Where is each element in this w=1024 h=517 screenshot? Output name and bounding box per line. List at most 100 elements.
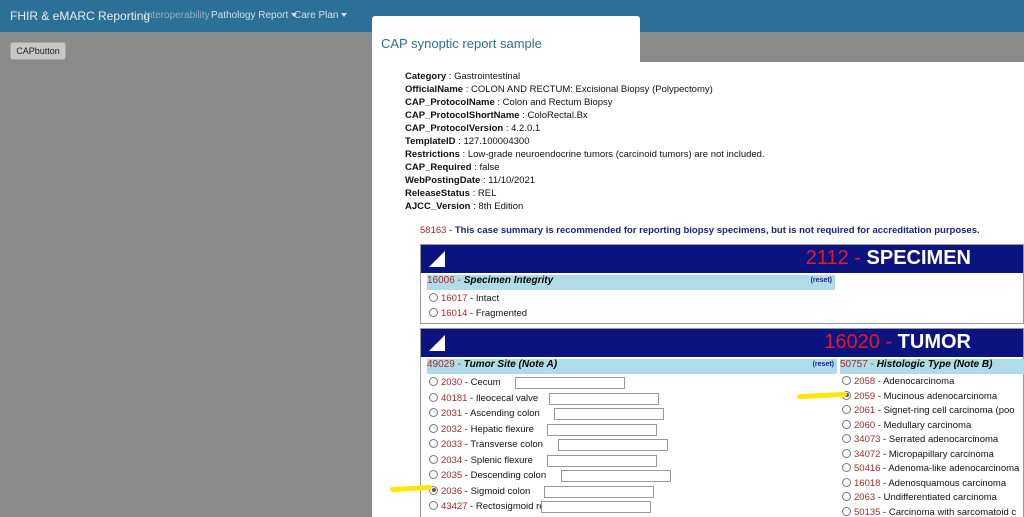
radio-button[interactable] [429, 470, 438, 479]
tumor-site-option[interactable]: 2036 - Sigmoid colon [429, 485, 530, 499]
cap-button[interactable]: CAPbutton [10, 42, 66, 60]
histologic-type-option[interactable]: 34073 - Serrated adenocarcinoma [842, 433, 1024, 447]
tumor-site-text-input[interactable] [544, 485, 654, 498]
histologic-type-header: 50757 - Histologic Type (Note B) [840, 359, 1024, 374]
tumor-site-option[interactable]: 2035 - Descending colon [429, 469, 546, 483]
specimen-integrity-header: 16006 - Specimen Integrity (reset) [427, 275, 835, 290]
radio-button[interactable] [429, 392, 438, 402]
histologic-type-option[interactable]: 2059 - Mucinous adenocarcinoma [842, 390, 1024, 404]
option-code: 16014 [441, 308, 468, 319]
metadata-value: 127.100004300 [463, 136, 530, 147]
tumor-site-text-input[interactable] [554, 408, 664, 420]
tumor-site-text-input[interactable] [549, 392, 659, 405]
option-code: 43427 [441, 501, 468, 512]
option-intact[interactable]: 16017 - Intact [429, 292, 499, 306]
tumor-site-text-input[interactable] [547, 423, 657, 436]
radio-button[interactable] [429, 293, 438, 302]
radio-button[interactable] [429, 501, 438, 510]
histologic-type-option[interactable]: 50135 - Carcinoma with sarcomatoid c [842, 506, 1024, 517]
specimen-section: 2112 - SPECIMEN 16006 - Specimen Integri… [420, 244, 1024, 324]
option-code: 34072 [854, 448, 881, 460]
metadata-value: Colon and Rectum Biopsy [502, 97, 613, 108]
metadata-value: Low-grade neuroendocrine tumors (carcino… [467, 149, 765, 160]
metadata-row: CAP_ProtocolShortName : ColoRectal.Bx [405, 110, 588, 121]
tumor-title-text: TUMOR [897, 331, 971, 353]
tumor-site-option[interactable]: 2031 - Ascending colon [429, 407, 540, 421]
tumor-site-option[interactable]: 2033 - Transverse colon [429, 438, 543, 452]
note-code: 58163 [420, 225, 447, 236]
question-label: Histologic Type (Note B) [876, 359, 993, 370]
histologic-type-option[interactable]: 2060 - Medullary carcinoma [842, 419, 1024, 433]
metadata-row: WebPostingDate : 11/10/2021 [405, 175, 536, 186]
tumor-site-header: 49029 - Tumor Site (Note A) (reset) [427, 359, 837, 374]
radio-button[interactable] [842, 477, 851, 487]
option-code: 2063 [854, 492, 876, 503]
tumor-site-option[interactable]: 2032 - Hepatic flexure [429, 423, 534, 437]
brand-title[interactable]: FHIR & eMARC Reporting [10, 9, 150, 23]
metadata-row: CAP_Required : false [405, 162, 500, 173]
metadata-row: OfficialName : COLON AND RECTUM: Excisio… [405, 84, 713, 95]
metadata-value: Gastrointestinal [454, 71, 521, 82]
radio-button[interactable] [429, 308, 438, 317]
tumor-site-text-input[interactable] [515, 377, 625, 389]
collapse-triangle-icon[interactable] [429, 335, 445, 351]
metadata-key: Restrictions [405, 149, 460, 160]
tumor-header: 16020 - TUMOR [421, 329, 1023, 357]
histologic-type-option[interactable]: 50416 - Adenoma-like adenocarcinoma [842, 462, 1024, 476]
histologic-type-option[interactable]: 16018 - Adenosquamous carcinoma [842, 477, 1024, 491]
tumor-site-option[interactable]: 2030 - Cecum [429, 376, 501, 390]
option-code: 2034 [441, 454, 463, 466]
radio-button[interactable] [842, 405, 851, 414]
specimen-header: 2112 - SPECIMEN [421, 245, 1023, 273]
histologic-type-option[interactable]: 2061 - Signet-ring cell carcinoma (poo [842, 404, 1024, 418]
metadata-key: CAP_Required [405, 162, 472, 173]
option-label: Hepatic flexure [470, 423, 534, 435]
metadata-key: WebPostingDate [405, 175, 481, 186]
nav-pathology-report[interactable]: Pathology Report [211, 10, 298, 21]
histologic-type-option[interactable]: 34072 - Micropapillary carcinoma [842, 448, 1024, 462]
option-label: Mucinous adenocarcinoma [883, 390, 998, 402]
tumor-site-option[interactable]: 2034 - Splenic flexure [429, 454, 533, 468]
reset-link[interactable]: (reset) [811, 277, 832, 284]
option-label: Ileocecal valve [475, 392, 539, 404]
tumor-site-text-input[interactable] [547, 454, 657, 467]
metadata-row: Restrictions : Low-grade neuroendocrine … [405, 149, 765, 160]
histologic-type-option[interactable]: 2063 - Undifferentiated carcinoma [842, 491, 1024, 505]
option-fragmented[interactable]: 16014 - Fragmented [429, 307, 527, 321]
option-label: Medullary carcinoma [883, 419, 972, 431]
radio-button[interactable] [429, 408, 438, 417]
histologic-type-option[interactable]: 2058 - Adenocarcinoma [842, 375, 1024, 389]
option-code: 40181 [441, 392, 468, 404]
metadata-key: CAP_ProtocolVersion [405, 123, 504, 134]
nav-interoperability[interactable]: Interoperability [144, 10, 210, 21]
reset-link[interactable]: (reset) [813, 361, 834, 368]
option-code: 16017 [441, 293, 468, 304]
option-code: 16018 [854, 477, 881, 489]
note-text: This case summary is recommended for rep… [454, 225, 980, 236]
option-code: 2033 [441, 439, 463, 450]
radio-button[interactable] [842, 506, 851, 516]
collapse-triangle-icon[interactable] [429, 251, 445, 267]
radio-button[interactable] [429, 423, 438, 433]
radio-button[interactable] [429, 454, 438, 464]
specimen-title-text: SPECIMEN [866, 247, 971, 269]
tumor-site-text-input[interactable] [541, 501, 651, 513]
case-summary-note: 58163 - This case summary is recommended… [420, 225, 980, 236]
radio-button[interactable] [842, 419, 851, 429]
radio-button[interactable] [429, 377, 438, 386]
tumor-site-text-input[interactable] [558, 439, 668, 451]
tumor-site-text-input[interactable] [561, 470, 671, 482]
tumor-code: 16020 [824, 331, 880, 353]
nav-care-plan[interactable]: Care Plan [294, 10, 348, 21]
modal-header: CAP synoptic report sample [372, 16, 640, 66]
radio-button[interactable] [842, 376, 851, 385]
radio-button[interactable] [842, 463, 851, 472]
radio-button[interactable] [842, 492, 851, 501]
question-code: 50757 [840, 359, 868, 370]
radio-button[interactable] [842, 448, 851, 458]
metadata-value: COLON AND RECTUM: Excisional Biopsy (Pol… [471, 84, 713, 95]
radio-button[interactable] [429, 439, 438, 448]
metadata-key: OfficialName [405, 84, 464, 95]
tumor-site-option[interactable]: 40181 - Ileocecal valve [429, 392, 538, 406]
radio-button[interactable] [842, 434, 851, 443]
